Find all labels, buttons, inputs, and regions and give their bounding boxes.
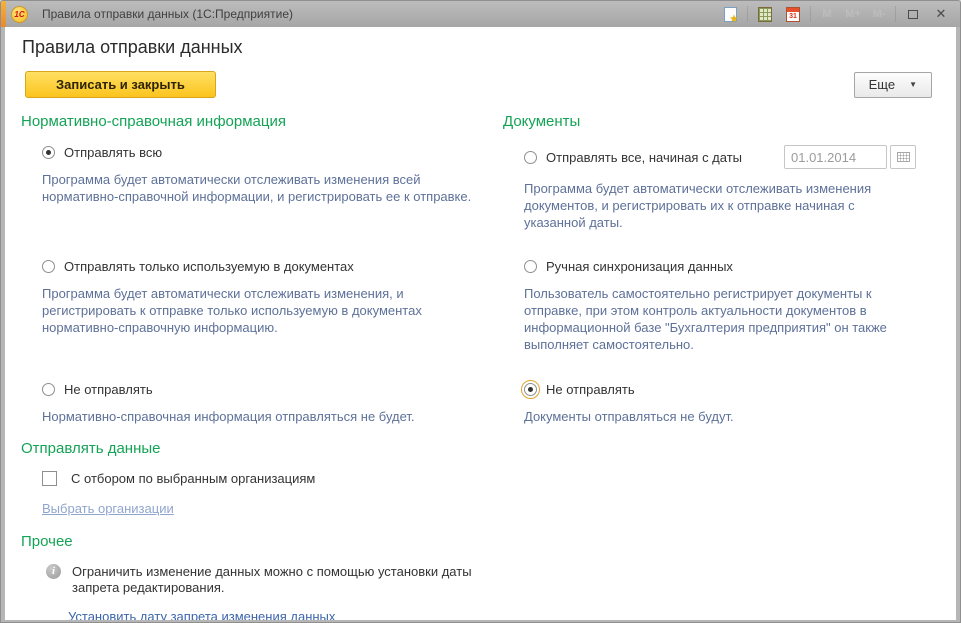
memory-plus-button: M+ bbox=[843, 8, 863, 20]
memory-minus-button: M- bbox=[869, 8, 889, 20]
radio-row-send-all[interactable]: Отправлять всю bbox=[21, 145, 483, 160]
favorites-icon: ★ bbox=[724, 7, 737, 22]
org-filter-checkbox[interactable] bbox=[42, 471, 57, 486]
doc-option-manual-sync: Ручная синхронизация данных Пользователь… bbox=[503, 259, 916, 367]
save-and-close-button[interactable]: Записать и закрыть bbox=[25, 71, 216, 98]
start-date-input[interactable] bbox=[784, 145, 887, 169]
checkbox-label[interactable]: С отбором по выбранным организациям bbox=[71, 471, 315, 486]
calendar-icon: 31 bbox=[786, 7, 800, 22]
radio-label[interactable]: Не отправлять bbox=[546, 382, 635, 397]
nsi-option-no-send: Не отправлять Нормативно-справочная инфо… bbox=[21, 382, 483, 425]
more-button[interactable]: Еще ▼ bbox=[854, 72, 932, 98]
calculator-icon bbox=[758, 7, 772, 22]
calendar-button[interactable]: 31 bbox=[782, 4, 804, 24]
radio-doc-no-send[interactable] bbox=[524, 383, 537, 396]
1c-logo-icon: 1С bbox=[11, 6, 28, 23]
radio-send-used[interactable] bbox=[42, 260, 55, 273]
radio-send-from-date[interactable] bbox=[524, 151, 537, 164]
radio-send-all[interactable] bbox=[42, 146, 55, 159]
radio-label[interactable]: Отправлять все, начиная с даты bbox=[546, 150, 742, 165]
nsi-option-send-all: Отправлять всю Программа будет автоматич… bbox=[21, 145, 483, 244]
radio-label[interactable]: Не отправлять bbox=[64, 382, 153, 397]
separator bbox=[895, 6, 896, 22]
start-date-group bbox=[784, 145, 916, 169]
accent-strip bbox=[1, 1, 6, 27]
radio-row-doc-no-send[interactable]: Не отправлять bbox=[503, 382, 916, 397]
radio-row-send-from-date[interactable]: Отправлять все, начиная с даты bbox=[503, 145, 916, 169]
radio-label[interactable]: Отправлять всю bbox=[64, 145, 162, 160]
option-hint: Программа будет автоматически отслеживат… bbox=[524, 180, 916, 231]
info-text: Ограничить изменение данных можно с помо… bbox=[72, 564, 483, 596]
option-hint: Программа будет автоматически отслеживат… bbox=[42, 171, 483, 205]
calculator-button[interactable] bbox=[754, 4, 776, 24]
other-section-title: Прочее bbox=[21, 533, 483, 550]
page-title: Правила отправки данных bbox=[5, 27, 956, 58]
info-icon: i bbox=[46, 564, 61, 579]
restrict-edit-info: i Ограничить изменение данных можно с по… bbox=[21, 564, 483, 596]
org-filter-row[interactable]: С отбором по выбранным организациям bbox=[21, 471, 483, 486]
maximize-icon bbox=[908, 10, 918, 19]
memory-recall-button: M bbox=[817, 8, 837, 20]
date-picker-button[interactable] bbox=[890, 145, 916, 169]
send-data-section-title: Отправлять данные bbox=[21, 440, 483, 457]
option-hint: Пользователь самостоятельно регистрирует… bbox=[524, 285, 916, 353]
chevron-down-icon: ▼ bbox=[909, 80, 917, 89]
option-hint: Программа будет автоматически отслеживат… bbox=[42, 285, 483, 336]
form-content: Правила отправки данных Записать и закры… bbox=[1, 27, 960, 623]
separator bbox=[747, 6, 748, 22]
set-restriction-date-link[interactable]: Установить дату запрета изменения данных bbox=[68, 609, 335, 623]
option-hint: Документы отправляться не будут. bbox=[524, 408, 916, 425]
close-button[interactable]: ✕ bbox=[930, 4, 952, 24]
documents-column: Документы Отправлять все, начиная с даты… bbox=[503, 98, 940, 623]
maximize-button[interactable] bbox=[902, 4, 924, 24]
app-window: 1С Правила отправки данных (1С:Предприят… bbox=[0, 0, 961, 623]
radio-manual-sync[interactable] bbox=[524, 260, 537, 273]
title-bar: 1С Правила отправки данных (1С:Предприят… bbox=[1, 1, 960, 27]
doc-option-no-send: Не отправлять Документы отправляться не … bbox=[503, 382, 916, 425]
radio-label[interactable]: Отправлять только используемую в докумен… bbox=[64, 259, 354, 274]
command-bar: Записать и закрыть Еще ▼ bbox=[5, 71, 956, 98]
radio-row-no-send[interactable]: Не отправлять bbox=[21, 382, 483, 397]
nsi-column: Нормативно-справочная информация Отправл… bbox=[21, 98, 483, 623]
radio-no-send[interactable] bbox=[42, 383, 55, 396]
window-title: Правила отправки данных (1С:Предприятие) bbox=[42, 7, 293, 21]
radio-label[interactable]: Ручная синхронизация данных bbox=[546, 259, 733, 274]
calendar-grid-icon bbox=[897, 152, 910, 162]
settings-columns: Нормативно-справочная информация Отправл… bbox=[5, 98, 956, 623]
nsi-option-send-used: Отправлять только используемую в докумен… bbox=[21, 259, 483, 367]
select-organizations-link[interactable]: Выбрать организации bbox=[42, 501, 174, 516]
doc-option-send-from-date: Отправлять все, начиная с даты Программа… bbox=[503, 145, 916, 244]
option-hint: Нормативно-справочная информация отправл… bbox=[42, 408, 483, 425]
titlebar-controls: ★ 31 M M+ M- ✕ bbox=[719, 4, 960, 24]
separator bbox=[810, 6, 811, 22]
favorites-button[interactable]: ★ bbox=[719, 4, 741, 24]
documents-section-title: Документы bbox=[503, 113, 916, 130]
nsi-section-title: Нормативно-справочная информация bbox=[21, 113, 483, 130]
radio-row-send-used[interactable]: Отправлять только используемую в докумен… bbox=[21, 259, 483, 274]
radio-row-manual-sync[interactable]: Ручная синхронизация данных bbox=[503, 259, 916, 274]
